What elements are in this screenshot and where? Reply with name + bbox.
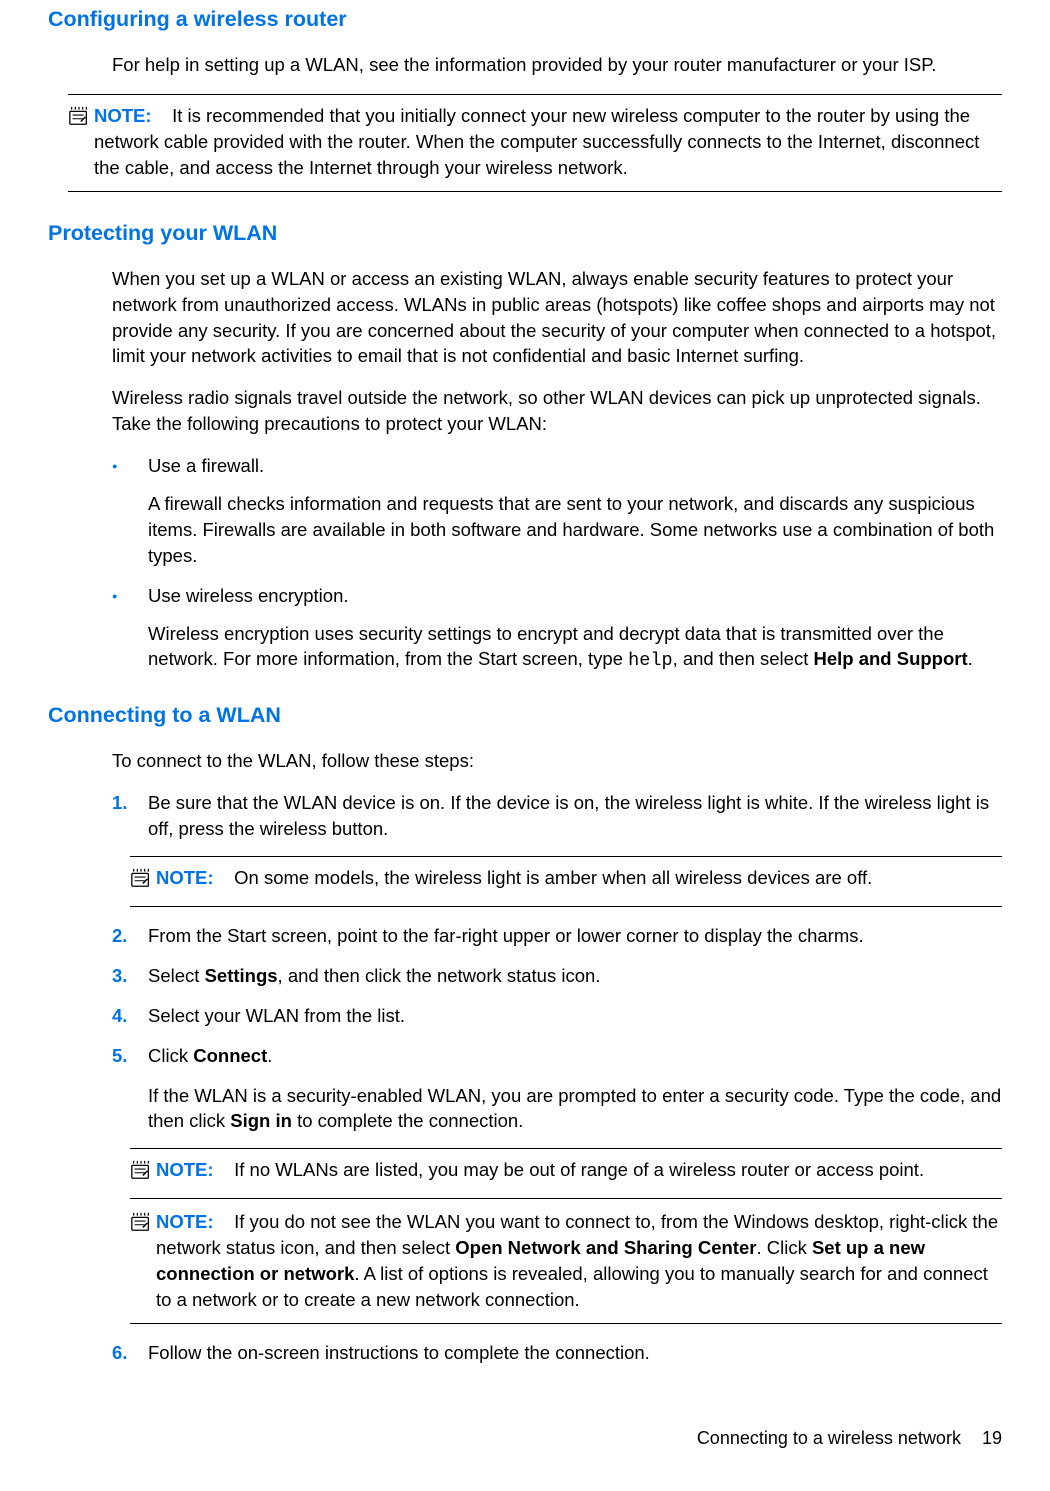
para-wlan-security: When you set up a WLAN or access an exis… — [112, 266, 1002, 370]
note-label: NOTE: — [94, 105, 152, 126]
bullet-icon: ● — [112, 583, 148, 609]
step-6: 6. Follow the on-screen instructions to … — [112, 1340, 1002, 1366]
step-2-text: From the Start screen, point to the far-… — [148, 923, 1002, 949]
step-2: 2. From the Start screen, point to the f… — [112, 923, 1002, 949]
step-5-sub: If the WLAN is a security-enabled WLAN, … — [148, 1083, 1002, 1135]
note-text — [157, 105, 172, 126]
page-number: 19 — [982, 1428, 1002, 1448]
note-box-wireless-light: NOTE: On some models, the wireless light… — [130, 856, 1002, 907]
text-fragment: Click — [148, 1045, 193, 1066]
bold-help-support: Help and Support — [813, 648, 967, 669]
bullet-firewall: Use a firewall. — [148, 453, 1002, 479]
step-number: 2. — [112, 923, 148, 949]
note-icon — [130, 867, 154, 896]
text-fragment: , and then click the network status icon… — [278, 965, 601, 986]
note-text-body: If no WLANs are listed, you may be out o… — [234, 1159, 924, 1180]
note-spacer — [219, 1211, 234, 1232]
list-item: ● Use a firewall. — [112, 453, 1002, 479]
note-box-no-wlans: NOTE: If no WLANs are listed, you may be… — [130, 1148, 1002, 1199]
text-fragment: to complete the connection. — [292, 1110, 523, 1131]
para-router-help: For help in setting up a WLAN, see the i… — [112, 52, 1002, 78]
mono-help: help — [628, 650, 672, 671]
note-label: NOTE: — [156, 1159, 214, 1180]
step-4-text: Select your WLAN from the list. — [148, 1003, 1002, 1029]
text-fragment: , and then select — [673, 648, 814, 669]
note-icon — [130, 1159, 154, 1188]
text-fragment: Select — [148, 965, 205, 986]
bold-settings: Settings — [205, 965, 278, 986]
note-text-body: It is recommended that you initially con… — [94, 105, 979, 178]
note-spacer — [219, 867, 234, 888]
heading-protecting-wlan: Protecting your WLAN — [48, 218, 1002, 248]
note-content: NOTE: If no WLANs are listed, you may be… — [154, 1157, 1002, 1183]
list-item: ● Use wireless encryption. — [112, 583, 1002, 609]
step-1: 1. Be sure that the WLAN device is on. I… — [112, 790, 1002, 842]
bullet-encryption: Use wireless encryption. — [148, 583, 1002, 609]
note-spacer — [219, 1159, 234, 1180]
heading-configuring-router: Configuring a wireless router — [48, 4, 1002, 34]
bold-open-network: Open Network and Sharing Center — [455, 1237, 756, 1258]
step-6-text: Follow the on-screen instructions to com… — [148, 1340, 1002, 1366]
note-box-no-see-wlan: NOTE: If you do not see the WLAN you wan… — [130, 1205, 1002, 1324]
text-fragment: . — [267, 1045, 272, 1066]
step-number: 4. — [112, 1003, 148, 1029]
bold-sign-in: Sign in — [230, 1110, 292, 1131]
note-box-initial-connect: NOTE: It is recommended that you initial… — [68, 94, 1002, 192]
note-content: NOTE: If you do not see the WLAN you wan… — [154, 1209, 1002, 1313]
step-number: 3. — [112, 963, 148, 989]
heading-connecting-wlan: Connecting to a WLAN — [48, 700, 1002, 730]
footer-section-title: Connecting to a wireless network — [697, 1428, 961, 1448]
para-radio-signals: Wireless radio signals travel outside th… — [112, 385, 1002, 437]
step-number: 1. — [112, 790, 148, 842]
step-5-text: Click Connect. — [148, 1043, 1002, 1069]
note-label: NOTE: — [156, 867, 214, 888]
bullet-firewall-desc: A firewall checks information and reques… — [148, 491, 1002, 569]
step-3: 3. Select Settings, and then click the n… — [112, 963, 1002, 989]
step-1-text: Be sure that the WLAN device is on. If t… — [148, 790, 1002, 842]
note-text-body: On some models, the wireless light is am… — [234, 867, 872, 888]
step-number: 6. — [112, 1340, 148, 1366]
para-connect-steps: To connect to the WLAN, follow these ste… — [112, 748, 1002, 774]
note-icon — [130, 1211, 154, 1240]
note-text-mid: . Click — [756, 1237, 812, 1258]
bold-connect: Connect — [193, 1045, 267, 1066]
bullet-encryption-desc: Wireless encryption uses security settin… — [148, 621, 1002, 675]
step-number: 5. — [112, 1043, 148, 1069]
step-4: 4. Select your WLAN from the list. — [112, 1003, 1002, 1029]
step-3-text: Select Settings, and then click the netw… — [148, 963, 1002, 989]
note-content: NOTE: It is recommended that you initial… — [92, 103, 1002, 181]
text-fragment: . — [968, 648, 973, 669]
note-icon — [68, 105, 92, 134]
note-content: NOTE: On some models, the wireless light… — [154, 865, 1002, 891]
step-5: 5. Click Connect. — [112, 1043, 1002, 1069]
page-footer: Connecting to a wireless network 19 — [48, 1426, 1002, 1451]
bullet-icon: ● — [112, 453, 148, 479]
note-label: NOTE: — [156, 1211, 214, 1232]
